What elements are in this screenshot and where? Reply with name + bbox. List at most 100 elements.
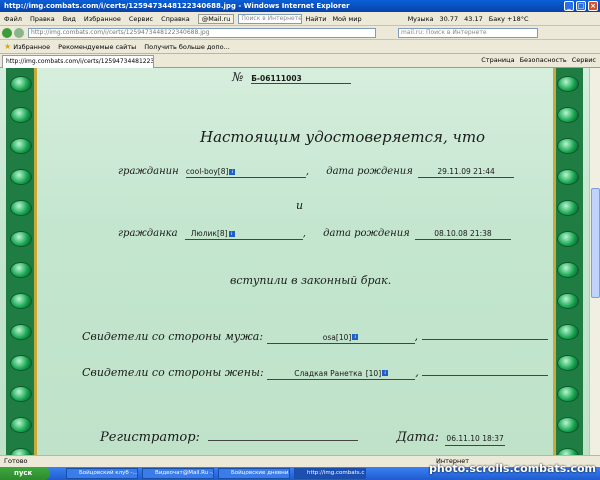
witness-m-label: Свидетели со стороны мужа: — [82, 330, 264, 343]
groom-level: [8] — [217, 167, 229, 176]
citizen-f-label: гражданка — [118, 228, 178, 239]
task-item-2[interactable]: Видеочат@Mail.Ru -... — [142, 468, 214, 479]
search-input[interactable]: mail.ru: Поиск в Интернете — [398, 27, 538, 38]
menu-favorites[interactable]: Избранное — [80, 15, 125, 23]
menu-bar: Файл Правка Вид Избранное Сервис Справка… — [0, 12, 600, 26]
emerald-gem — [557, 138, 579, 154]
witness-m-row: Свидетели со стороны мужа: osa[10] i, — [82, 330, 548, 344]
menu-tools[interactable]: Сервис — [125, 15, 157, 23]
info-icon[interactable]: i — [229, 168, 236, 175]
window-title: http://img.combats.com/i/certs/125947344… — [4, 2, 350, 10]
witness-f-label: Свидетели со стороны жены: — [82, 366, 264, 379]
bride-name: Люлик — [190, 229, 217, 238]
minimize-button[interactable]: _ — [564, 1, 574, 11]
tab-current[interactable]: http://img.combats.com/i/certs/125947344… — [2, 55, 154, 68]
mailru-search-input[interactable]: Поиск в Интернете — [238, 13, 303, 24]
groom-birth: 29.11.09 21:44 — [437, 167, 495, 176]
emerald-gem — [557, 355, 579, 371]
and-word: и — [296, 199, 304, 212]
info-icon[interactable]: i — [228, 230, 235, 237]
groom-name: cool-boy — [185, 167, 218, 176]
citizen-m-label: гражданин — [118, 166, 179, 177]
groom-row: гражданин cool-boy[8] i , дата рождения 2… — [118, 166, 515, 178]
star-icon: ★ — [4, 42, 12, 51]
task-item-3[interactable]: Бойцовские дневни... — [218, 468, 290, 479]
emerald-gem — [557, 293, 579, 309]
number-label: № — [232, 70, 244, 84]
scroll-thumb[interactable] — [591, 188, 600, 298]
forward-icon[interactable] — [14, 27, 24, 38]
birth-label-f: дата рождения — [323, 228, 410, 239]
find-button[interactable]: Найти — [302, 15, 329, 23]
witness-f-name: Сладкая Ранетка — [294, 369, 363, 378]
favorites-bar: ★ Избранное Рекомендуемые сайты Получить… — [0, 40, 600, 54]
emerald-gem — [557, 324, 579, 340]
witness-f-row: Свидетели со стороны жены: Сладкая Ранет… — [82, 366, 549, 380]
mailru-logo[interactable]: @Mail.ru — [197, 13, 235, 24]
bride-level: [8] — [216, 229, 228, 238]
emerald-gem — [557, 417, 579, 433]
window-titlebar: http://img.combats.com/i/certs/125947344… — [0, 0, 600, 12]
emerald-gem — [10, 355, 32, 371]
cert-number-row: № Б-06111003 — [232, 70, 352, 84]
close-button[interactable]: × — [588, 1, 598, 11]
favorites-label: Избранное — [13, 43, 51, 51]
certificate-image: № Б-06111003 Настоящим удостоверяется, ч… — [0, 68, 589, 460]
witness-m-name: osa — [322, 333, 336, 342]
page-menu[interactable]: Страница — [481, 56, 514, 64]
emerald-gem — [557, 262, 579, 278]
tab-bar: http://img.combats.com/i/certs/125947344… — [0, 54, 600, 68]
back-icon[interactable] — [2, 27, 12, 38]
stat-2[interactable]: 43.17 — [461, 15, 486, 23]
task-item-4[interactable]: http://img.combats.c... — [294, 468, 366, 479]
emerald-gem — [10, 231, 32, 247]
emerald-gem — [557, 200, 579, 216]
status-text: Готово — [4, 457, 28, 465]
cert-number: Б-06111003 — [251, 74, 352, 84]
menu-view[interactable]: Вид — [59, 15, 80, 23]
service-menu[interactable]: Сервис — [572, 56, 596, 64]
stat-1[interactable]: 30.77 — [437, 15, 462, 23]
cert-date: 06.11.10 18:37 — [446, 434, 504, 443]
emerald-gem — [10, 169, 32, 185]
emerald-gem — [557, 386, 579, 402]
info-icon[interactable]: i — [352, 334, 359, 340]
date-label: Дата: — [396, 430, 439, 445]
emerald-gem — [557, 231, 579, 247]
emerald-gem — [10, 107, 32, 123]
menu-help[interactable]: Справка — [157, 15, 194, 23]
fav-more-addons[interactable]: Получить больше допо... — [140, 43, 234, 51]
registrar-row: Регистратор: Дата: 06.11.10 18:37 — [100, 430, 506, 446]
fav-recommended[interactable]: Рекомендуемые сайты — [54, 43, 140, 51]
address-bar: http://img.combats.com/i/certs/125947344… — [0, 26, 600, 40]
menu-file[interactable]: Файл — [0, 15, 26, 23]
bride-birth: 08.10.08 21:38 — [434, 229, 492, 238]
emerald-gem — [10, 262, 32, 278]
left-border — [6, 68, 37, 460]
vertical-scrollbar[interactable] — [589, 68, 600, 460]
favorites-button[interactable]: ★ Избранное — [0, 42, 54, 51]
maximize-button[interactable]: □ — [576, 1, 586, 11]
emerald-gem — [10, 386, 32, 402]
right-border — [553, 68, 583, 460]
task-item-1[interactable]: Бойцовский клуб -... — [66, 468, 138, 479]
myworld-button[interactable]: Мой мир — [329, 15, 364, 23]
witness-m-level: [10] — [335, 333, 352, 342]
weather-button[interactable]: Баку +18°C — [486, 15, 532, 23]
emerald-gem — [557, 107, 579, 123]
emerald-gem — [557, 169, 579, 185]
emerald-gem — [557, 76, 579, 92]
menu-edit[interactable]: Правка — [26, 15, 59, 23]
music-button[interactable]: Музыка — [405, 15, 437, 23]
info-icon[interactable]: i — [382, 370, 389, 376]
address-input[interactable]: http://img.combats.com/i/certs/125947344… — [28, 27, 376, 38]
safety-menu[interactable]: Безопасность — [520, 56, 567, 64]
emerald-gem — [10, 138, 32, 154]
watermark: photo.scrolls.combats.com — [429, 462, 596, 475]
bride-row: гражданка Люлик[8] i , дата рождения 08.1… — [118, 228, 511, 240]
emerald-gem — [10, 293, 32, 309]
emerald-gem — [10, 76, 32, 92]
emerald-gem — [10, 200, 32, 216]
start-button[interactable]: пуск — [0, 467, 50, 480]
registrar-label: Регистратор: — [100, 430, 200, 445]
